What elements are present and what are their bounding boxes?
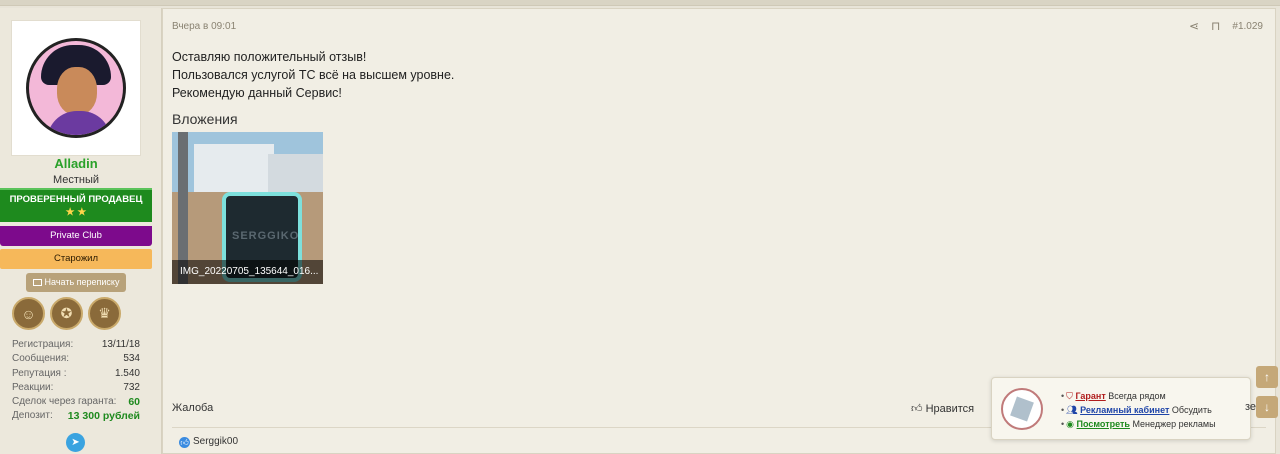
stat-reactions: Реакции: 732 — [12, 381, 140, 393]
username[interactable]: Alladin — [0, 156, 152, 171]
stat-registration: Регистрация: 13/11/18 — [12, 339, 140, 350]
post-line: Рекомендую данный Сервис! — [172, 86, 342, 100]
stat-deposit: Депозит: 13 300 рублей — [12, 410, 140, 423]
guarantor-link[interactable]: Гарант — [1075, 391, 1105, 401]
trophy-list: ☺ ✪ ♛ — [12, 297, 121, 330]
verified-seller-banner: ПРОВЕРЕННЫЙ ПРОДАВЕЦ ★ ★ — [0, 188, 152, 222]
stat-messages: Сообщения: 534 — [12, 353, 140, 365]
like-label: Нравится — [925, 403, 975, 415]
report-link[interactable]: Жалоба — [172, 402, 213, 414]
envelope-icon — [32, 279, 42, 286]
post-actions: ⋖ ⊓ #1.029 — [1189, 19, 1263, 33]
attachment-filename: IMG_20220705_135644_016... — [172, 260, 323, 284]
top-bar — [0, 0, 1280, 6]
scroll-down-button[interactable]: ↓ — [1256, 396, 1278, 418]
user-stats: Регистрация: 13/11/18 Сообщения: 534 Репут… — [12, 338, 140, 424]
telegram-icon[interactable]: ➤ — [66, 433, 85, 452]
start-conversation-button[interactable]: Начать переписку — [26, 273, 126, 292]
trophy-cup-icon[interactable]: ♛ — [88, 297, 121, 330]
popup-logo — [1001, 388, 1043, 430]
verified-seller-label: ПРОВЕРЕННЫЙ ПРОДАВЕЦ — [9, 194, 143, 205]
attachments-title: Вложения — [172, 111, 238, 127]
user-panel: Alladin Местный ПРОВЕРЕННЫЙ ПРОДАВЕЦ ★ ★… — [0, 8, 162, 454]
post-body: Оставляю положительный отзыв! Пользовалс… — [172, 48, 454, 102]
ad-cabinet-link[interactable]: Рекламный кабинет — [1080, 405, 1169, 415]
trophy-mask-icon[interactable]: ☺ — [12, 297, 45, 330]
star-icons: ★ ★ — [65, 207, 87, 218]
shield-icon: ⛉ — [1066, 391, 1073, 401]
user-title: Местный — [52, 174, 100, 186]
eye-icon: ◉ — [1066, 419, 1075, 429]
post-line: Оставляю положительный отзыв! — [172, 50, 367, 64]
scroll-up-button[interactable]: ↑ — [1256, 366, 1278, 388]
popup-lines: • ⛉ Гарант Всегда рядом • 👥︎ Рекламный каб… — [1061, 389, 1216, 431]
popup-line-guarantor: • ⛉ Гарант Всегда рядом — [1061, 391, 1166, 401]
stat-reputation: Репутация :1.540 — [12, 367, 140, 379]
thumbs-up-icon: 👍︎ — [911, 403, 923, 415]
post-line: Пользовался услугой ТС всё на высшем уро… — [172, 68, 455, 82]
bookmark-icon[interactable]: ⊓ — [1211, 19, 1220, 33]
like-button[interactable]: 👍︎ Нравится — [911, 402, 974, 415]
avatar-image — [26, 38, 126, 138]
attachment-photo-text: SERGGIKO — [232, 230, 300, 242]
oldtimer-banner: Старожил — [0, 249, 152, 269]
reactions-bar[interactable]: 👍︎ Serggik00 — [179, 436, 238, 448]
trophy-star-icon[interactable]: ✪ — [50, 297, 83, 330]
popup-line-ads: • 👥︎ Рекламный кабинет Обсудить — [1061, 405, 1212, 415]
private-club-banner: Private Club — [0, 226, 152, 246]
stat-guarantor-deals: Сделок через гаранта: 60 — [12, 396, 140, 409]
users-icon: 👥︎ — [1066, 405, 1078, 415]
post-number[interactable]: #1.029 — [1232, 21, 1263, 32]
popup-line-view: • ◉ Посмотреть Менеджер рекламы — [1061, 419, 1216, 429]
share-icon[interactable]: ⋖ — [1189, 19, 1199, 33]
partial-text: зе — [1245, 401, 1257, 413]
attachment-thumbnail[interactable]: SERGGIKO IMG_20220705_135644_016... — [172, 132, 323, 284]
view-link[interactable]: Посмотреть — [1077, 419, 1130, 429]
like-reaction-icon: 👍︎ — [179, 437, 190, 448]
ad-popup: • ⛉ Гарант Всегда рядом • 👥︎ Рекламный каб… — [991, 377, 1251, 440]
reaction-user[interactable]: Serggik00 — [193, 436, 238, 447]
start-conversation-label: Начать переписку — [44, 277, 120, 287]
avatar[interactable] — [11, 20, 141, 156]
post-date[interactable]: Вчера в 09:01 — [172, 21, 236, 32]
